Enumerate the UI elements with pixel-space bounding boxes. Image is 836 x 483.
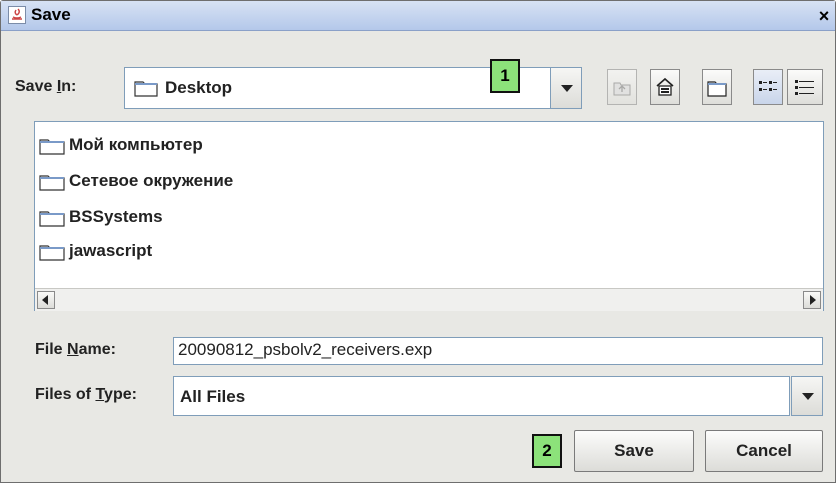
annotation-marker-1: 1	[490, 59, 520, 93]
list-item-label: Сетевое окружение	[69, 171, 234, 190]
file-type-label: Files of Type:	[35, 386, 137, 403]
window-title: Save	[31, 5, 71, 24]
save-in-dropdown-button[interactable]	[550, 67, 582, 109]
up-one-level-button[interactable]	[607, 69, 637, 105]
cancel-button[interactable]: Cancel	[705, 430, 823, 472]
list-item-label: BSSystems	[69, 207, 163, 226]
home-button[interactable]	[650, 69, 680, 105]
list-item-label: Мой компьютер	[69, 135, 203, 154]
file-name-label: File Name:	[35, 341, 116, 358]
annotation-marker-2: 2	[532, 434, 562, 468]
save-button[interactable]: Save	[574, 430, 694, 472]
title-bar[interactable]: Save ×	[1, 1, 835, 31]
scroll-right-button[interactable]	[803, 291, 821, 309]
list-view-icon	[759, 81, 777, 91]
details-view-icon	[795, 80, 814, 95]
close-button[interactable]: ×	[815, 7, 833, 25]
folder-icon	[39, 139, 65, 155]
file-type-combobox[interactable]: All Files	[173, 376, 790, 416]
horizontal-scrollbar[interactable]	[35, 288, 823, 311]
list-view-toggle[interactable]	[753, 69, 783, 105]
java-icon	[8, 6, 26, 24]
up-one-level-icon	[613, 82, 631, 96]
new-folder-button[interactable]	[702, 69, 732, 105]
file-list[interactable]: Мой компьютер Сетевое окружение BSSystem…	[34, 121, 824, 311]
folder-icon	[39, 211, 65, 227]
new-folder-icon	[707, 81, 727, 97]
file-type-value: All Files	[180, 387, 246, 406]
save-in-label: Save In:	[15, 78, 77, 95]
file-type-dropdown-button[interactable]	[791, 376, 823, 416]
save-dialog: Save × Save In: Desktop 1 Мой компьютер …	[0, 0, 836, 483]
folder-icon	[39, 175, 65, 191]
details-view-toggle[interactable]	[787, 69, 823, 105]
folder-icon	[39, 245, 65, 261]
home-icon	[656, 77, 674, 96]
scroll-left-button[interactable]	[37, 291, 55, 309]
folder-icon	[134, 81, 158, 97]
save-in-value: Desktop	[165, 78, 233, 97]
file-name-input[interactable]: 20090812_psbolv2_receivers.exp	[173, 337, 823, 365]
list-item-label: jawascript	[69, 241, 153, 260]
